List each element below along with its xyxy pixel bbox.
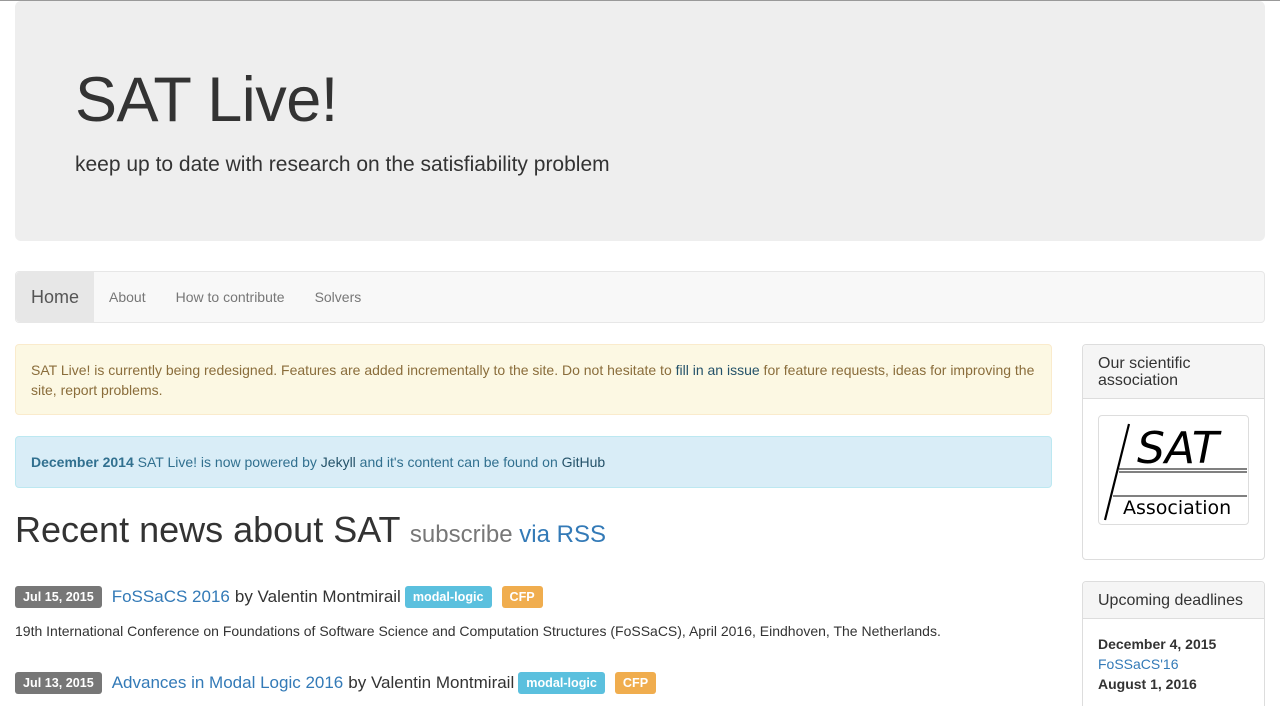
deadlines-list: December 4, 2015 FoSSaCS'16 August 1, 20… (1083, 619, 1264, 706)
site-title: SAT Live! (75, 65, 338, 135)
post-date-label: Jul 15, 2015 (15, 586, 102, 608)
post-header: Jul 15, 2015 FoSSaCS 2016 by Valentin Mo… (15, 585, 941, 609)
subscribe-group: subscribe via RSS (410, 521, 606, 548)
tag-cfp[interactable]: CFP (501, 586, 543, 608)
tag-modal-logic[interactable]: modal-logic (518, 672, 605, 694)
info-text-1: SAT Live! is now powered by (133, 454, 321, 470)
rss-link[interactable]: via RSS (519, 521, 606, 548)
sat-association-logo[interactable]: SAT Association (1098, 415, 1249, 525)
post-author: by Valentin Montmirail (348, 673, 515, 692)
warning-text-before: SAT Live! is currently being redesigned.… (31, 362, 676, 378)
association-panel: Our scientific association SAT Associati… (1082, 344, 1265, 560)
sat-association-logo-image: SAT Association (1103, 423, 1247, 521)
deadlines-panel: Upcoming deadlines December 4, 2015 FoSS… (1082, 581, 1265, 706)
nav-item-home[interactable]: Home (16, 272, 95, 322)
logo-sat-text: SAT (1137, 423, 1222, 474)
post-title-link[interactable]: Advances in Modal Logic 2016 (112, 673, 344, 693)
logo-association-text: Association (1123, 497, 1231, 519)
nav-item-about[interactable]: About (94, 272, 161, 322)
jekyll-link[interactable]: Jekyll (321, 454, 356, 470)
redesign-warning-alert: SAT Live! is currently being redesigned.… (15, 344, 1052, 415)
site-subtitle: keep up to date with research on the sat… (75, 153, 610, 176)
recent-news-heading: Recent news about SAT subscribe via RSS (15, 509, 606, 551)
deadlines-panel-heading: Upcoming deadlines (1083, 582, 1264, 619)
github-link[interactable]: GitHub (562, 454, 606, 470)
post-date-label: Jul 13, 2015 (15, 672, 102, 694)
tag-modal-logic[interactable]: modal-logic (404, 586, 492, 608)
post-description: 19th International Conference on Foundat… (15, 623, 941, 639)
jekyll-info-alert: December 2014 SAT Live! is now powered b… (15, 436, 1052, 488)
association-panel-heading: Our scientific association (1083, 345, 1264, 399)
subscribe-text: subscribe (409, 521, 513, 548)
tag-cfp[interactable]: CFP (614, 672, 657, 694)
news-post: Jul 15, 2015 FoSSaCS 2016 by Valentin Mo… (15, 585, 941, 639)
fill-in-issue-link[interactable]: fill in an issue (676, 362, 760, 378)
post-title-link[interactable]: FoSSaCS 2016 (112, 587, 230, 607)
deadline-date: August 1, 2016 (1098, 676, 1197, 692)
post-header: Jul 13, 2015 Advances in Modal Logic 201… (15, 671, 657, 695)
deadline-event-link[interactable]: FoSSaCS'16 (1098, 656, 1179, 672)
news-post: Jul 13, 2015 Advances in Modal Logic 201… (15, 671, 657, 695)
jumbotron-header: SAT Live! keep up to date with research … (15, 1, 1265, 241)
main-navbar: Home About How to contribute Solvers (15, 271, 1265, 323)
post-author: by Valentin Montmirail (234, 587, 401, 606)
deadline-date: December 4, 2015 (1098, 636, 1217, 652)
nav-item-how-to-contribute[interactable]: How to contribute (161, 272, 300, 322)
recent-news-heading-text: Recent news about SAT (15, 509, 400, 550)
info-date: December 2014 (31, 454, 134, 470)
nav-item-solvers[interactable]: Solvers (300, 272, 377, 322)
info-text-2: and it's content can be found on (355, 454, 562, 470)
